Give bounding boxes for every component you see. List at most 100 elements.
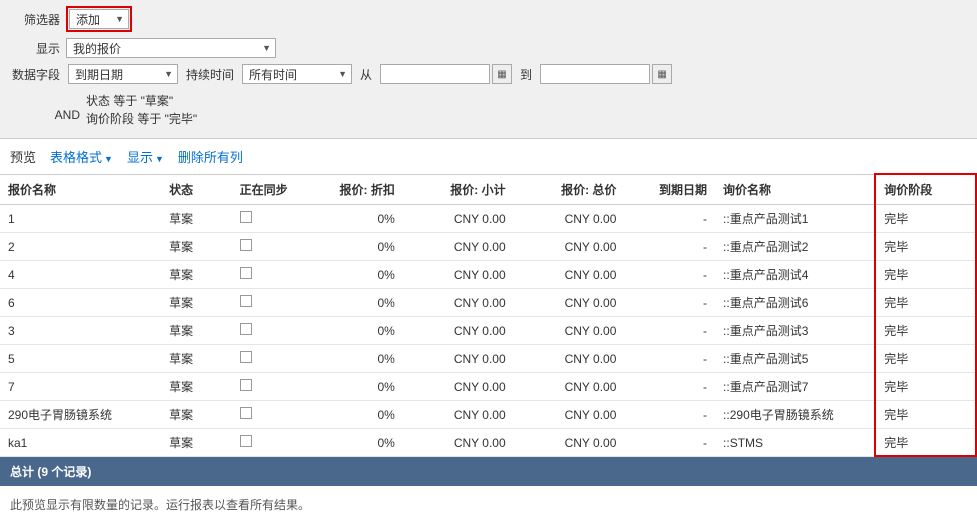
cell-total: CNY 0.00 [514,233,625,261]
preview-toolbar: 预览 表格格式▼ 显示▼ 删除所有列 [0,139,977,174]
cell-name: 7 [0,373,161,401]
sync-checkbox[interactable] [240,211,252,223]
preview-title: 预览 [10,147,36,166]
col-header-status[interactable]: 状态 [161,175,232,205]
cell-stage: 完毕 [876,233,977,261]
col-header-due[interactable]: 到期日期 [624,175,715,205]
col-header-qname[interactable]: 询价名称 [715,175,876,205]
cell-total: CNY 0.00 [514,205,625,233]
filter-conditions: AND 状态 等于 "草案" 询价阶段 等于 "完毕" [40,92,967,128]
chevron-down-icon: ▼ [104,154,113,164]
sync-checkbox[interactable] [240,407,252,419]
to-date-input[interactable] [540,64,650,84]
cell-sync [232,205,313,233]
header-row: 报价名称 状态 正在同步 报价: 折扣 报价: 小计 报价: 总价 到期日期 询… [0,175,977,205]
show-select[interactable]: 我的报价 ▼ [66,38,276,58]
cell-due: - [624,401,715,429]
table-row[interactable]: 6草案0%CNY 0.00CNY 0.00-::重点产品测试6完毕 [0,289,977,317]
cell-stage: 完毕 [876,261,977,289]
chevron-down-icon: ▼ [115,14,124,24]
table-row[interactable]: 290电子胃肠镜系统草案0%CNY 0.00CNY 0.00-::290电子胃肠… [0,401,977,429]
from-date-picker-button[interactable]: ▦ [492,64,512,84]
cell-qname: ::290电子胃肠镜系统 [715,401,876,429]
col-header-discount[interactable]: 报价: 折扣 [312,175,403,205]
col-header-total[interactable]: 报价: 总价 [514,175,625,205]
col-header-subtotal[interactable]: 报价: 小计 [403,175,514,205]
cell-name: 1 [0,205,161,233]
cell-total: CNY 0.00 [514,401,625,429]
cell-due: - [624,261,715,289]
duration-select[interactable]: 所有时间 ▼ [242,64,352,84]
filter-panel: 筛选器 添加 ▼ 显示 我的报价 ▼ 数据字段 到期日期 ▼ 持续时间 所有时间… [0,0,977,139]
cell-sync [232,233,313,261]
duration-label: 持续时间 [186,66,234,83]
from-label: 从 [360,66,372,83]
cell-subtotal: CNY 0.00 [403,289,514,317]
cell-sync [232,373,313,401]
cell-sync [232,345,313,373]
cell-due: - [624,317,715,345]
sync-checkbox[interactable] [240,435,252,447]
col-header-stage[interactable]: 询价阶段 [876,175,977,205]
cell-discount: 0% [312,373,403,401]
sync-checkbox[interactable] [240,323,252,335]
cell-subtotal: CNY 0.00 [403,429,514,457]
cell-discount: 0% [312,261,403,289]
cell-status: 草案 [161,261,232,289]
table-row[interactable]: 1草案0%CNY 0.00CNY 0.00-::重点产品测试1完毕 [0,205,977,233]
cell-qname: ::重点产品测试3 [715,317,876,345]
condition-line: 状态 等于 "草案" [86,92,197,110]
table-row[interactable]: 2草案0%CNY 0.00CNY 0.00-::重点产品测试2完毕 [0,233,977,261]
cell-due: - [624,205,715,233]
chevron-down-icon: ▼ [164,69,173,79]
cell-stage: 完毕 [876,345,977,373]
clear-columns-link[interactable]: 删除所有列 [178,147,243,166]
sync-checkbox[interactable] [240,267,252,279]
col-header-name[interactable]: 报价名称 [0,175,161,205]
sync-checkbox[interactable] [240,239,252,251]
cell-total: CNY 0.00 [514,317,625,345]
sync-checkbox[interactable] [240,295,252,307]
cell-subtotal: CNY 0.00 [403,317,514,345]
cell-stage: 完毕 [876,401,977,429]
cell-subtotal: CNY 0.00 [403,401,514,429]
cell-total: CNY 0.00 [514,429,625,457]
cell-status: 草案 [161,205,232,233]
cell-total: CNY 0.00 [514,345,625,373]
data-field-select[interactable]: 到期日期 ▼ [68,64,178,84]
table-row[interactable]: 3草案0%CNY 0.00CNY 0.00-::重点产品测试3完毕 [0,317,977,345]
cell-qname: ::重点产品测试5 [715,345,876,373]
cell-name: 290电子胃肠镜系统 [0,401,161,429]
cell-total: CNY 0.00 [514,373,625,401]
cell-due: - [624,289,715,317]
cell-stage: 完毕 [876,317,977,345]
cell-qname: ::重点产品测试1 [715,205,876,233]
col-header-sync[interactable]: 正在同步 [232,175,313,205]
results-table: 报价名称 状态 正在同步 报价: 折扣 报价: 小计 报价: 总价 到期日期 询… [0,174,977,457]
cell-discount: 0% [312,429,403,457]
sync-checkbox[interactable] [240,379,252,391]
cell-subtotal: CNY 0.00 [403,261,514,289]
cell-status: 草案 [161,233,232,261]
cell-discount: 0% [312,345,403,373]
sync-checkbox[interactable] [240,351,252,363]
from-date-input[interactable] [380,64,490,84]
add-filter-select[interactable]: 添加 ▼ [69,9,129,29]
cell-status: 草案 [161,373,232,401]
cell-discount: 0% [312,317,403,345]
cell-discount: 0% [312,205,403,233]
table-format-link[interactable]: 表格格式▼ [50,147,113,166]
table-row[interactable]: 4草案0%CNY 0.00CNY 0.00-::重点产品测试4完毕 [0,261,977,289]
filter-label: 筛选器 [10,11,60,28]
highlight-add-filter: 添加 ▼ [66,6,132,32]
show-link[interactable]: 显示▼ [127,147,164,166]
cell-status: 草案 [161,429,232,457]
to-date-picker-button[interactable]: ▦ [652,64,672,84]
table-row[interactable]: 5草案0%CNY 0.00CNY 0.00-::重点产品测试5完毕 [0,345,977,373]
cell-status: 草案 [161,401,232,429]
table-row[interactable]: 7草案0%CNY 0.00CNY 0.00-::重点产品测试7完毕 [0,373,977,401]
cell-stage: 完毕 [876,373,977,401]
cell-subtotal: CNY 0.00 [403,233,514,261]
table-row[interactable]: ka1草案0%CNY 0.00CNY 0.00-::STMS完毕 [0,429,977,457]
chevron-down-icon: ▼ [262,43,271,53]
